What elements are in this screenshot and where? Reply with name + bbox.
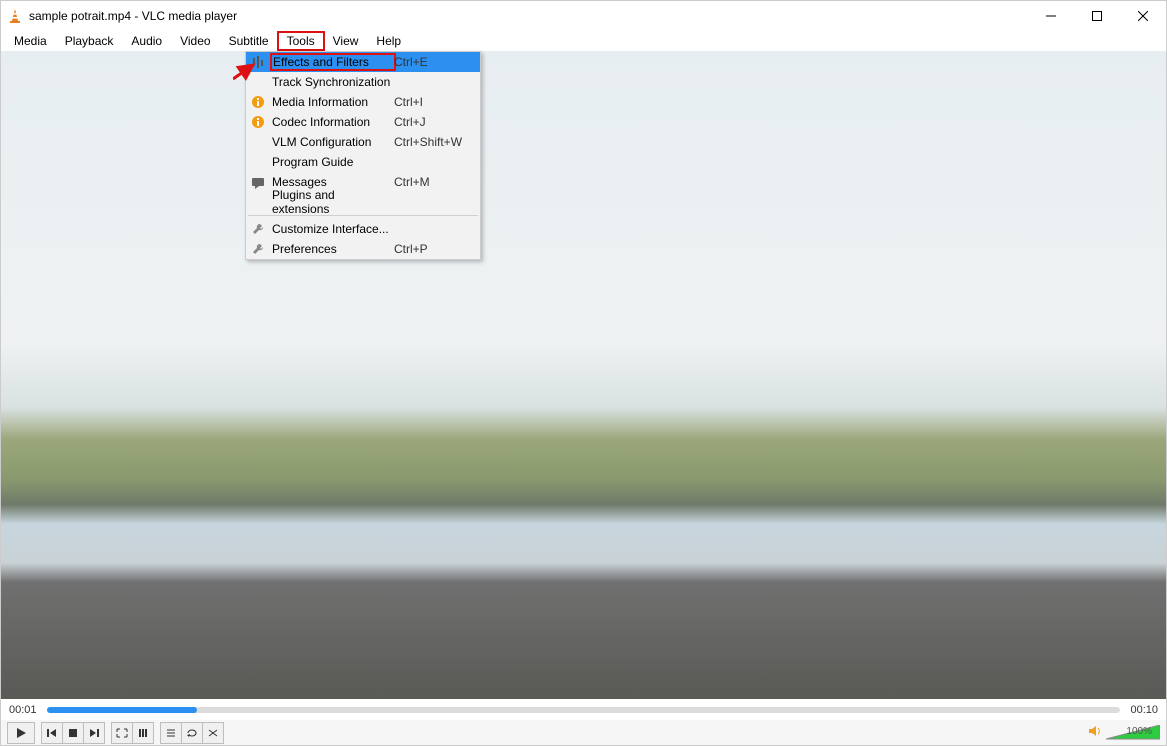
tools-program-guide[interactable]: Program Guide [246, 152, 480, 172]
seek-slider[interactable] [47, 707, 1121, 713]
wrench-icon [251, 242, 265, 256]
tools-effects-and-filters[interactable]: Effects and Filters Ctrl+E [246, 52, 480, 72]
extended-settings-button[interactable] [133, 722, 154, 744]
menu-item-label: Media Information [272, 95, 394, 109]
menu-tools[interactable]: Tools [278, 32, 324, 50]
volume-percent: 100% [1126, 726, 1152, 737]
equalizer-icon [251, 55, 265, 69]
menu-item-shortcut: Ctrl+P [394, 242, 472, 256]
close-button[interactable] [1120, 1, 1166, 31]
menu-item-label: Messages [272, 175, 394, 189]
menu-item-label: Effects and Filters [272, 55, 394, 69]
volume-control[interactable]: 100% [1088, 724, 1160, 741]
menu-bar: Media Playback Audio Video Subtitle Tool… [1, 31, 1166, 51]
menu-item-shortcut: Ctrl+M [394, 175, 472, 189]
menu-playback[interactable]: Playback [56, 32, 123, 50]
shuffle-button[interactable] [203, 722, 224, 744]
loop-button[interactable] [182, 722, 203, 744]
video-frame [1, 51, 1166, 699]
menu-help[interactable]: Help [367, 32, 410, 50]
maximize-button[interactable] [1074, 1, 1120, 31]
wrench-icon [251, 222, 265, 236]
menu-item-shortcut: Ctrl+Shift+W [394, 135, 472, 149]
menu-item-label: Track Synchronization [272, 75, 394, 89]
volume-slider[interactable]: 100% [1106, 725, 1160, 741]
menu-item-shortcut: Ctrl+J [394, 115, 472, 129]
menu-media[interactable]: Media [5, 32, 56, 50]
info-icon [251, 115, 265, 129]
menu-subtitle[interactable]: Subtitle [220, 32, 278, 50]
play-button[interactable] [7, 722, 35, 744]
playback-controls: 100% [1, 720, 1166, 745]
menu-item-shortcut: Ctrl+I [394, 95, 472, 109]
minimize-button[interactable] [1028, 1, 1074, 31]
menu-view[interactable]: View [324, 32, 368, 50]
tools-vlm-config[interactable]: VLM Configuration Ctrl+Shift+W [246, 132, 480, 152]
vlc-cone-icon [7, 8, 23, 24]
info-icon [251, 95, 265, 109]
video-viewport[interactable] [1, 51, 1166, 699]
tools-plugins[interactable]: Plugins and extensions [246, 192, 480, 212]
menu-item-label: Codec Information [272, 115, 394, 129]
time-total: 00:10 [1130, 704, 1158, 716]
menu-item-label: VLM Configuration [272, 135, 394, 149]
seek-progress [47, 707, 197, 713]
seek-bar-row: 00:01 00:10 [1, 700, 1166, 720]
tools-customize-interface[interactable]: Customize Interface... [246, 219, 480, 239]
tools-codec-info[interactable]: Codec Information Ctrl+J [246, 112, 480, 132]
menu-video[interactable]: Video [171, 32, 219, 50]
menu-item-label: Customize Interface... [272, 222, 394, 236]
menu-item-label: Preferences [272, 242, 394, 256]
menu-item-shortcut: Ctrl+E [394, 55, 472, 69]
previous-button[interactable] [41, 722, 63, 744]
time-elapsed: 00:01 [9, 704, 37, 716]
speaker-icon [1088, 724, 1102, 741]
playlist-button[interactable] [160, 722, 182, 744]
next-button[interactable] [84, 722, 105, 744]
title-bar: sample potrait.mp4 - VLC media player [1, 1, 1166, 31]
tools-track-sync[interactable]: Track Synchronization [246, 72, 480, 92]
messages-icon [251, 175, 265, 189]
tools-dropdown: Effects and Filters Ctrl+E Track Synchro… [245, 51, 481, 260]
menu-audio[interactable]: Audio [122, 32, 171, 50]
menu-item-label: Program Guide [272, 155, 394, 169]
stop-button[interactable] [63, 722, 84, 744]
tools-media-info[interactable]: Media Information Ctrl+I [246, 92, 480, 112]
tools-preferences[interactable]: Preferences Ctrl+P [246, 239, 480, 259]
menu-item-label: Plugins and extensions [272, 188, 394, 216]
fullscreen-button[interactable] [111, 722, 133, 744]
window-title: sample potrait.mp4 - VLC media player [29, 9, 237, 23]
